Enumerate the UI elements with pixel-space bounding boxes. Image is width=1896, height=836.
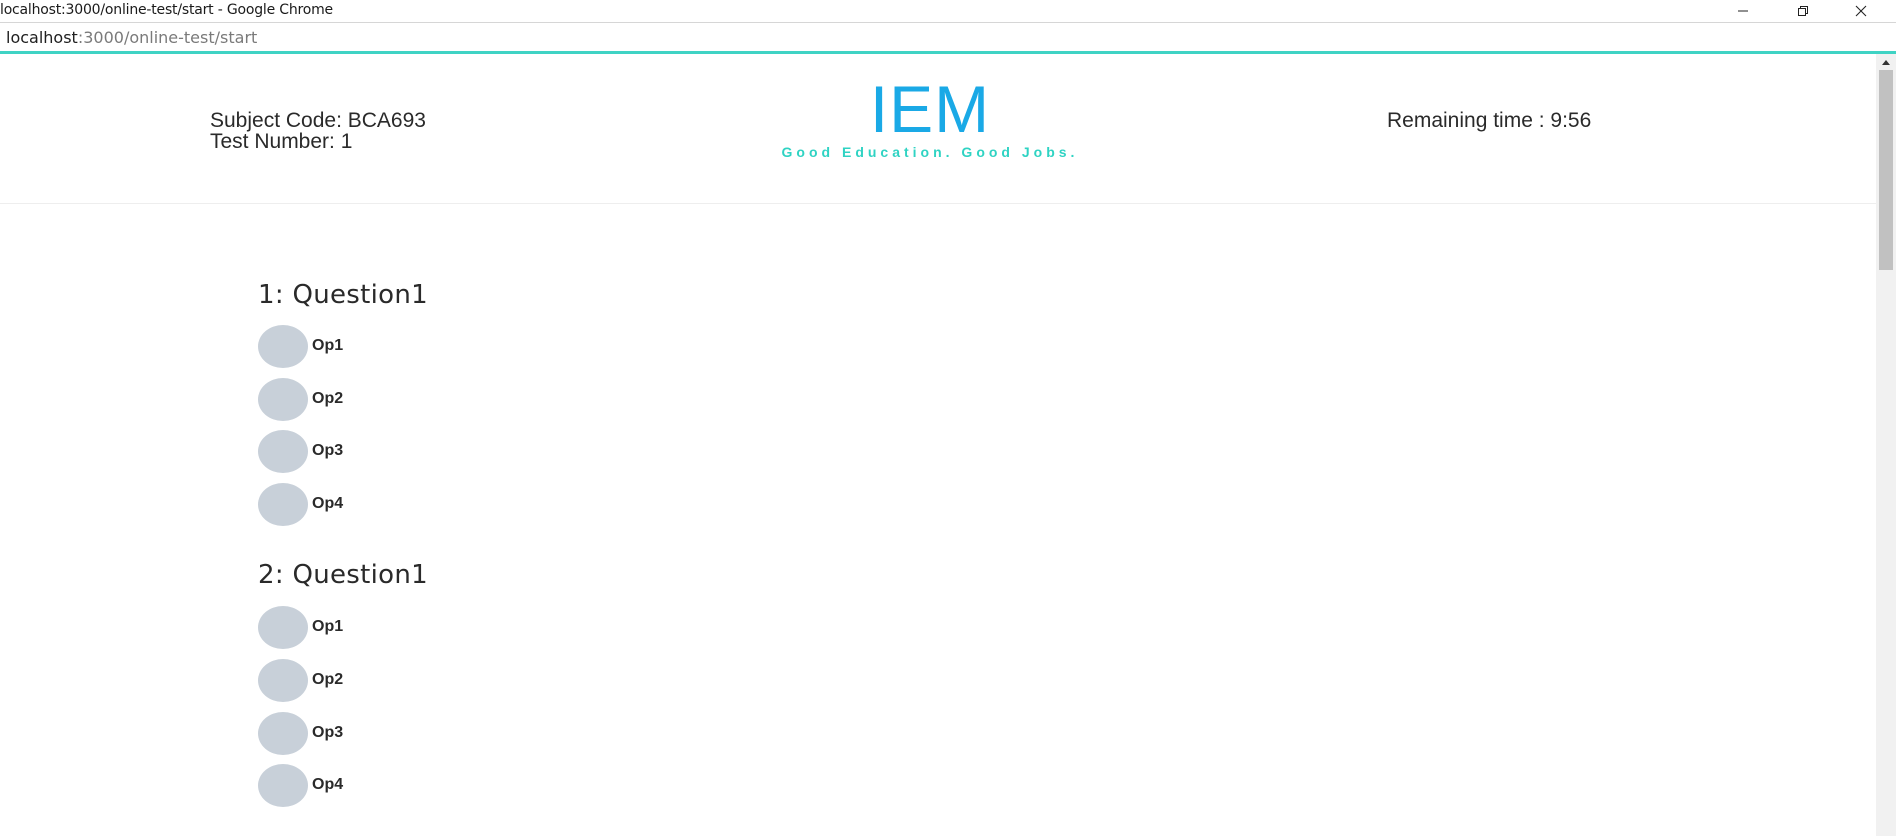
logo: IEM: [869, 72, 991, 146]
option-q2-op4[interactable]: Op4: [258, 763, 344, 807]
option-label: Op4: [312, 776, 344, 793]
window-title: localhost:3000/online-test/start - Googl…: [0, 2, 333, 18]
option-q1-op2[interactable]: Op2: [258, 377, 344, 421]
option-label: Op2: [312, 390, 344, 407]
address-bar[interactable]: localhost:3000/online-test/start: [0, 23, 1896, 51]
option-q2-op1[interactable]: Op1: [258, 605, 344, 649]
option-label: Op3: [312, 724, 344, 741]
url-path: :3000/online-test/start: [77, 28, 258, 47]
option-label: Op3: [312, 442, 344, 459]
url-text[interactable]: localhost:3000/online-test/start: [6, 28, 257, 47]
subject-code: Subject Code: BCA693: [210, 109, 426, 132]
url-host: localhost: [6, 28, 78, 47]
option-q2-op2[interactable]: Op2: [258, 658, 344, 702]
question-title: 1: Question1: [258, 280, 428, 310]
option-q2-op3[interactable]: Op3: [258, 711, 344, 755]
vertical-scrollbar[interactable]: [1876, 54, 1896, 836]
minimize-icon: [1738, 10, 1748, 12]
browser-window: localhost:3000/online-test/start - Googl…: [0, 0, 1896, 836]
radio-button[interactable]: [258, 377, 308, 421]
close-icon: [1855, 5, 1867, 17]
option-label: Op4: [312, 495, 344, 512]
option-q1-op1[interactable]: Op1: [258, 324, 344, 368]
restore-button[interactable]: [1780, 0, 1826, 22]
option-label: Op1: [312, 618, 344, 635]
title-bar: localhost:3000/online-test/start - Googl…: [0, 0, 1896, 23]
close-button[interactable]: [1838, 0, 1884, 22]
option-q1-op3[interactable]: Op3: [258, 429, 344, 473]
test-number: Test Number: 1: [210, 130, 353, 153]
radio-button[interactable]: [258, 482, 308, 526]
radio-button[interactable]: [258, 605, 308, 649]
radio-button[interactable]: [258, 763, 308, 807]
chevron-up-icon: [1882, 60, 1890, 65]
radio-button[interactable]: [258, 711, 308, 755]
test-header: Subject Code: BCA693 Test Number: 1 IEM …: [0, 54, 1876, 204]
tagline: Good Education. Good Jobs.: [781, 144, 1079, 160]
option-label: Op1: [312, 337, 344, 354]
option-label: Op2: [312, 671, 344, 688]
page-viewport: Subject Code: BCA693 Test Number: 1 IEM …: [0, 54, 1876, 836]
option-q1-op4[interactable]: Op4: [258, 482, 344, 526]
radio-button[interactable]: [258, 324, 308, 368]
restore-icon: [1798, 6, 1808, 16]
scroll-up-button[interactable]: [1876, 54, 1896, 70]
remaining-time: Remaining time : 9:56: [1387, 109, 1592, 132]
radio-button[interactable]: [258, 658, 308, 702]
scrollbar-thumb[interactable]: [1879, 70, 1893, 270]
minimize-button[interactable]: [1720, 0, 1766, 22]
question-title: 2: Question1: [258, 560, 428, 590]
radio-button[interactable]: [258, 429, 308, 473]
